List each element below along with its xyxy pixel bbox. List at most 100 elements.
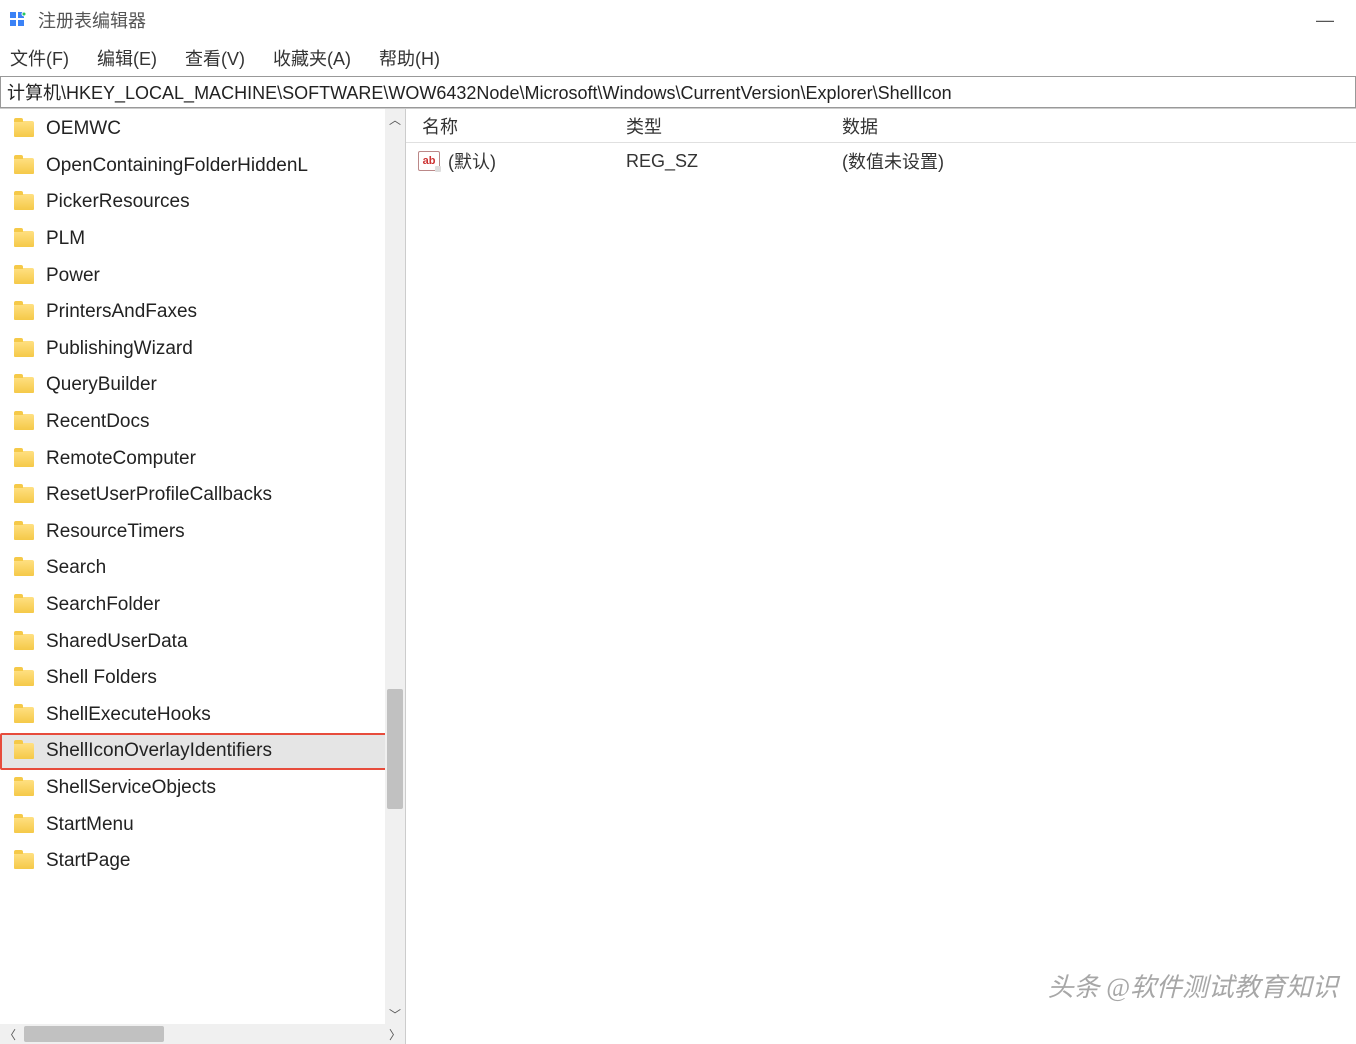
tree-item-label: StartPage [46,850,131,872]
tree-item-label: SearchFolder [46,594,160,616]
tree-scroll-area: OEMWC OpenContainingFolderHiddenL PickerRe… [0,109,405,1024]
value-data: (数值未设置) [836,148,1356,174]
tree-item-label: OpenContainingFolderHiddenL [46,155,308,177]
tree-item-label: ShellExecuteHooks [46,704,211,726]
app-icon [8,10,28,30]
folder-icon [14,268,34,284]
folder-icon [14,780,34,796]
tree-item-label: Power [46,265,100,287]
tree-item-label: PrintersAndFaxes [46,301,197,323]
tree-item[interactable]: ShellExecuteHooks [0,697,405,734]
folder-icon [14,597,34,613]
cropped-top-edge [0,0,1356,6]
tree-item[interactable]: RecentDocs [0,404,405,441]
folder-icon [14,231,34,247]
address-bar[interactable]: 计算机\HKEY_LOCAL_MACHINE\SOFTWARE\WOW6432N… [0,76,1356,108]
tree-item-label: PublishingWizard [46,338,193,360]
menu-view[interactable]: 查看(V) [185,45,245,71]
folder-icon [14,158,34,174]
tree-item[interactable]: SharedUserData [0,623,405,660]
tree-item[interactable]: Shell Folders [0,660,405,697]
folder-icon [14,853,34,869]
address-text: 计算机\HKEY_LOCAL_MACHINE\SOFTWARE\WOW6432N… [7,79,952,105]
tree-item[interactable]: PublishingWizard [0,331,405,368]
hscroll-track[interactable] [20,1024,385,1044]
tree-item[interactable]: QueryBuilder [0,367,405,404]
column-header-name[interactable]: 名称 [406,113,626,139]
tree-item[interactable]: ResetUserProfileCallbacks [0,477,405,514]
folder-icon [14,817,34,833]
folder-icon [14,634,34,650]
string-value-icon: ab [418,151,440,171]
value-row[interactable]: ab (默认) REG_SZ(数值未设置) [406,143,1356,179]
tree-item[interactable]: OpenContainingFolderHiddenL [0,148,405,185]
title-bar: 注册表编辑器 — [0,0,1356,40]
tree-item-label: ResetUserProfileCallbacks [46,484,272,506]
scroll-up-icon[interactable]: ︿ [385,109,405,129]
content-area: OEMWC OpenContainingFolderHiddenL PickerRe… [0,108,1356,1044]
tree-list: OEMWC OpenContainingFolderHiddenL PickerRe… [0,109,405,881]
folder-icon [14,414,34,430]
scroll-track[interactable] [385,129,405,1004]
folder-icon [14,743,34,759]
tree-item[interactable]: ShellIconOverlayIdentifiers [0,733,405,770]
menu-bar: 文件(F) 编辑(E) 查看(V) 收藏夹(A) 帮助(H) [0,40,1356,76]
minimize-button[interactable]: — [1302,10,1348,31]
horizontal-scrollbar[interactable]: 〈 〉 [0,1024,405,1044]
menu-help[interactable]: 帮助(H) [379,45,440,71]
tree-item[interactable]: ResourceTimers [0,514,405,551]
menu-favorites[interactable]: 收藏夹(A) [273,45,351,71]
tree-item[interactable]: StartMenu [0,806,405,843]
menu-edit[interactable]: 编辑(E) [97,45,157,71]
value-name: (默认) [448,148,496,174]
tree-item-label: PickerResources [46,191,190,213]
scroll-left-icon[interactable]: 〈 [0,1024,20,1044]
vertical-scrollbar[interactable]: ︿ ﹀ [385,109,405,1024]
folder-icon [14,560,34,576]
tree-item[interactable]: PrintersAndFaxes [0,294,405,331]
column-header-type[interactable]: 类型 [626,113,836,139]
hscroll-thumb[interactable] [24,1026,164,1042]
folder-icon [14,341,34,357]
tree-item[interactable]: ShellServiceObjects [0,770,405,807]
folder-icon [14,487,34,503]
tree-item-label: Search [46,557,106,579]
folder-icon [14,194,34,210]
window-title: 注册表编辑器 [38,7,146,33]
tree-item[interactable]: RemoteComputer [0,440,405,477]
tree-item-label: ShellServiceObjects [46,777,216,799]
value-type: REG_SZ [626,151,836,172]
scroll-down-icon[interactable]: ﹀ [385,1004,405,1024]
tree-item-label: ResourceTimers [46,521,185,543]
tree-item[interactable]: StartPage [0,843,405,880]
folder-icon [14,670,34,686]
tree-item[interactable]: PLM [0,221,405,258]
folder-icon [14,121,34,137]
tree-item[interactable]: Search [0,550,405,587]
tree-item-label: OEMWC [46,118,121,140]
tree-item[interactable]: SearchFolder [0,587,405,624]
tree-item-label: RecentDocs [46,411,150,433]
tree-item-label: PLM [46,228,85,250]
menu-file[interactable]: 文件(F) [10,45,69,71]
tree-item-label: SharedUserData [46,631,188,653]
values-header: 名称 类型 数据 [406,109,1356,143]
scroll-right-icon[interactable]: 〉 [385,1024,405,1044]
folder-icon [14,304,34,320]
tree-item-label: Shell Folders [46,667,157,689]
folder-icon [14,524,34,540]
values-list: ab (默认) REG_SZ(数值未设置) [406,143,1356,1044]
tree-item[interactable]: Power [0,257,405,294]
folder-icon [14,451,34,467]
scroll-thumb[interactable] [387,689,403,809]
column-header-data[interactable]: 数据 [836,113,1356,139]
tree-item[interactable]: OEMWC [0,111,405,148]
folder-icon [14,707,34,723]
folder-icon [14,377,34,393]
tree-item-label: ShellIconOverlayIdentifiers [46,740,272,762]
tree-item-label: StartMenu [46,814,134,836]
tree-item[interactable]: PickerResources [0,184,405,221]
values-panel: 名称 类型 数据 ab (默认) REG_SZ(数值未设置) [406,109,1356,1044]
tree-item-label: RemoteComputer [46,448,196,470]
value-name-cell: ab (默认) [406,148,626,174]
